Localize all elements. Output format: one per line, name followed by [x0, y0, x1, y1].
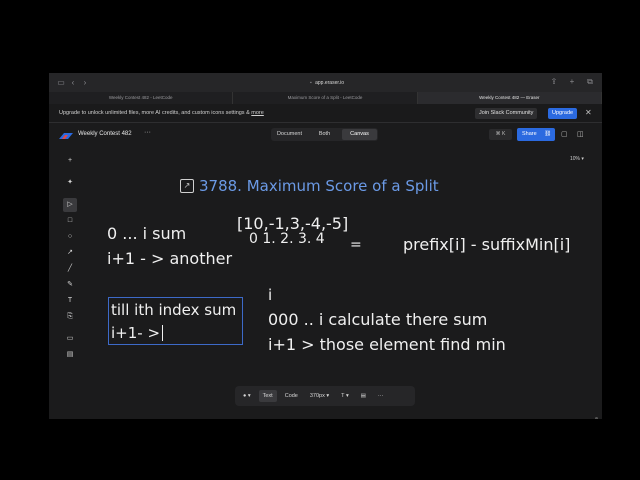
box-line-1[interactable]: till ith index sum — [111, 301, 236, 319]
tab-overview-icon[interactable]: ⧉ — [584, 77, 596, 87]
upgrade-banner: Upgrade to unlock unlimited files, more … — [49, 104, 602, 123]
panel-toggle-icon[interactable]: ◫ — [577, 130, 584, 138]
text-box-selected[interactable]: till ith index sum i+1- > — [108, 297, 243, 345]
url-text: app.eraser.io — [315, 80, 345, 86]
tab-both[interactable]: Both — [307, 129, 342, 140]
text-icon[interactable]: T — [63, 294, 77, 308]
zoom-control[interactable]: 10% ▾ — [570, 156, 584, 162]
heading-text: 3788. Maximum Score of a Split — [199, 177, 439, 195]
left-toolbar: + ✦ ▷ □ ○ ↗ ╱ ✎ T ⎘ ▭ ▤ — [60, 154, 80, 364]
rectangle-icon[interactable]: □ — [63, 214, 77, 228]
scrollbar[interactable] — [595, 417, 598, 419]
note-line-1[interactable]: 0 ... i sum — [107, 224, 186, 243]
line-icon[interactable]: ╱ — [63, 262, 77, 276]
font-style-select[interactable]: T ▾ — [337, 390, 353, 402]
browser-titlebar: ▭ ‹ › ▪ app.eraser.io ⇪ + ⧉ — [49, 73, 602, 92]
close-icon[interactable]: ✕ — [585, 108, 592, 117]
upgrade-button[interactable]: Upgrade — [548, 108, 578, 119]
tab-canvas[interactable]: Canvas — [342, 129, 377, 140]
tab-eraser[interactable]: Weekly Contest 482 — Eraser — [417, 92, 602, 104]
note-i[interactable]: i — [268, 286, 272, 304]
note-equals[interactable]: = — [350, 237, 362, 253]
join-slack-button[interactable]: Join Slack Community — [475, 108, 538, 119]
color-picker-icon[interactable]: ● ▾ — [239, 390, 255, 402]
document-title[interactable]: Weekly Contest 482 — [78, 131, 132, 137]
address-bar[interactable]: ▪ app.eraser.io — [211, 77, 443, 89]
comment-icon[interactable]: ▤ — [357, 390, 370, 402]
link-icon: ⛓ — [544, 131, 552, 137]
share-button[interactable]: Share ⛓ — [517, 128, 555, 141]
ai-magic-icon[interactable]: ✦ — [63, 176, 77, 190]
more-link[interactable]: more — [251, 110, 264, 116]
font-size-select[interactable]: 370px ▾ — [306, 390, 333, 402]
image-icon[interactable]: ⎘ — [63, 310, 77, 324]
app-toolbar: Weekly Contest 482 ··· Document Both Can… — [49, 124, 602, 146]
lock-icon: ▪ — [309, 80, 312, 86]
tab-document[interactable]: Document — [272, 129, 307, 140]
note-formula[interactable]: prefix[i] - suffixMin[i] — [403, 235, 570, 254]
note-line-2[interactable]: i+1 - > another — [107, 249, 232, 268]
tab-leetcode-problem[interactable]: Maximum Score of a Split - LeetCode — [233, 92, 418, 104]
view-switcher: Document Both Canvas — [271, 128, 378, 141]
back-icon[interactable]: ‹ — [67, 78, 79, 87]
external-link-icon[interactable]: ↗ — [180, 179, 194, 193]
text-caret — [162, 325, 164, 341]
more-options-icon[interactable]: ··· — [144, 129, 151, 136]
note-indices[interactable]: 0 1. 2. 3. 4 — [249, 231, 325, 247]
banner-text: Upgrade to unlock unlimited files, more … — [59, 110, 264, 116]
ellipse-icon[interactable]: ○ — [63, 230, 77, 244]
command-palette-button[interactable]: ⌘ K — [489, 129, 512, 140]
sidebar-toggle-icon[interactable]: ▭ — [55, 78, 67, 87]
box-line-2[interactable]: i+1- > — [111, 324, 164, 342]
tab-text[interactable]: Text — [258, 390, 277, 402]
note-line-3[interactable]: 000 .. i calculate there sum — [268, 310, 487, 329]
share-icon[interactable]: ⇪ — [548, 77, 560, 87]
tab-leetcode-contest[interactable]: Weekly Contest 482 - LeetCode — [49, 92, 234, 104]
new-tab-icon[interactable]: + — [566, 77, 578, 87]
text-format-toolbar: ● ▾ Text Code 370px ▾ T ▾ ▤ ··· — [235, 386, 415, 406]
frame-icon[interactable]: ▭ — [63, 332, 77, 346]
pointer-icon[interactable]: ▷ — [63, 198, 77, 212]
note-line-4[interactable]: i+1 > those element find min — [268, 335, 506, 354]
tab-code[interactable]: Code — [281, 390, 302, 402]
sticky-note-icon[interactable]: ▤ — [63, 348, 77, 362]
eraser-logo-icon[interactable] — [59, 133, 73, 139]
browser-tabs: Weekly Contest 482 - LeetCode Maximum Sc… — [49, 92, 602, 104]
add-icon[interactable]: + — [63, 154, 77, 168]
problem-heading[interactable]: ↗ 3788. Maximum Score of a Split — [180, 177, 439, 195]
browser-window: ▭ ‹ › ▪ app.eraser.io ⇪ + ⧉ Weekly Conte… — [49, 73, 602, 419]
forward-icon[interactable]: › — [79, 78, 91, 87]
more-icon[interactable]: ··· — [374, 390, 388, 402]
arrow-icon[interactable]: ↗ — [63, 246, 77, 260]
pen-icon[interactable]: ✎ — [63, 278, 77, 292]
comment-icon[interactable]: ▢ — [561, 130, 568, 138]
